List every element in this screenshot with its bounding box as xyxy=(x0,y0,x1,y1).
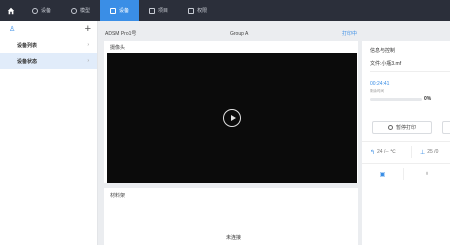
progress-percent: 0% xyxy=(424,96,432,102)
nav-item-projects[interactable]: 项目 xyxy=(139,0,178,21)
divider xyxy=(362,163,450,164)
sidebar-item-device-status[interactable]: 设备状态 › xyxy=(0,53,97,69)
project-icon xyxy=(149,7,156,14)
sidebar-item-label: 设备状态 xyxy=(17,58,38,65)
model-icon xyxy=(71,7,78,14)
pause-print-button[interactable]: 暂停打印 xyxy=(372,121,432,134)
device-model: ADSM Pro1号 xyxy=(105,31,137,37)
chevron-right-icon: › xyxy=(87,42,89,48)
nozzle-temp-value: 24 /-- ℃ xyxy=(377,149,396,155)
file-name: 文件:小瓶3.mf xyxy=(370,61,402,67)
info-title: 信息与控制 xyxy=(370,48,396,54)
device-icon xyxy=(32,7,38,14)
sidebar-header: ♙ + xyxy=(0,21,97,37)
info-control-panel: 信息与控制 文件:小瓶3.mf 00:24:41 剩余时间 0% 暂停打印 ↰ … xyxy=(362,41,450,245)
device-header: ADSM Pro1号 Group A 打印中 xyxy=(102,27,360,40)
divider xyxy=(370,71,450,72)
camera-title: 摄像头 xyxy=(110,45,126,51)
bed-temp-value: 25 /0 xyxy=(427,149,439,155)
material-empty-text: 未连接 xyxy=(226,235,242,241)
nav-item-label: 设备 xyxy=(41,8,52,14)
nav-item-label: 模型 xyxy=(80,8,91,14)
permission-icon xyxy=(188,7,195,14)
app-window: 设备 模型 设备 项目 权限 ♙ + 设备列表 › 设备状态 › ADSM Pr… xyxy=(0,0,450,245)
material-title: 材料架 xyxy=(110,193,126,199)
pause-icon xyxy=(387,125,393,130)
top-nav: 设备 模型 设备 项目 权限 xyxy=(0,0,450,21)
home-icon[interactable] xyxy=(0,0,22,21)
device-group: Group A xyxy=(230,30,249,37)
material-panel: 材料架 未连接 xyxy=(104,188,358,245)
device-status-badge: 打印中 xyxy=(342,31,358,37)
nav-item-models[interactable]: 模型 xyxy=(61,0,100,21)
nav-item-label: 项目 xyxy=(158,8,169,14)
camera-toggle-icon[interactable]: ▣ xyxy=(362,168,404,180)
play-icon[interactable] xyxy=(223,109,241,127)
stop-button[interactable] xyxy=(442,121,450,134)
light-bulb-icon[interactable]: ♁ xyxy=(406,168,448,180)
user-icon: ♙ xyxy=(9,26,16,33)
remaining-time-caption: 剩余时间 xyxy=(370,89,384,93)
nav-item-permissions[interactable]: 权限 xyxy=(178,0,217,21)
sidebar: ♙ + 设备列表 › 设备状态 › xyxy=(0,21,98,245)
sidebar-item-device-list[interactable]: 设备列表 › xyxy=(0,37,97,53)
pause-label: 暂停打印 xyxy=(395,125,416,131)
camera-view xyxy=(107,53,357,183)
remaining-time: 00:24:41 xyxy=(370,81,390,87)
nozzle-icon: ↰ xyxy=(370,149,376,156)
monitor-icon xyxy=(110,7,117,14)
add-icon[interactable]: + xyxy=(85,23,91,35)
bed-temperature[interactable]: ⊥ 25 /0 xyxy=(416,146,450,158)
progress-bar xyxy=(370,98,422,101)
nav-item-device-active[interactable]: 设备 xyxy=(100,0,140,21)
sidebar-item-label: 设备列表 xyxy=(17,42,38,49)
camera-panel: 摄像头 xyxy=(104,41,358,183)
chevron-right-icon: › xyxy=(87,58,89,64)
nav-item-label: 权限 xyxy=(197,8,208,14)
bed-icon: ⊥ xyxy=(420,149,426,156)
nav-item-label: 设备 xyxy=(119,8,130,14)
nozzle-temperature[interactable]: ↰ 24 /-- ℃ xyxy=(366,146,412,158)
divider xyxy=(362,141,450,142)
nav-item-devices[interactable]: 设备 xyxy=(22,0,61,21)
